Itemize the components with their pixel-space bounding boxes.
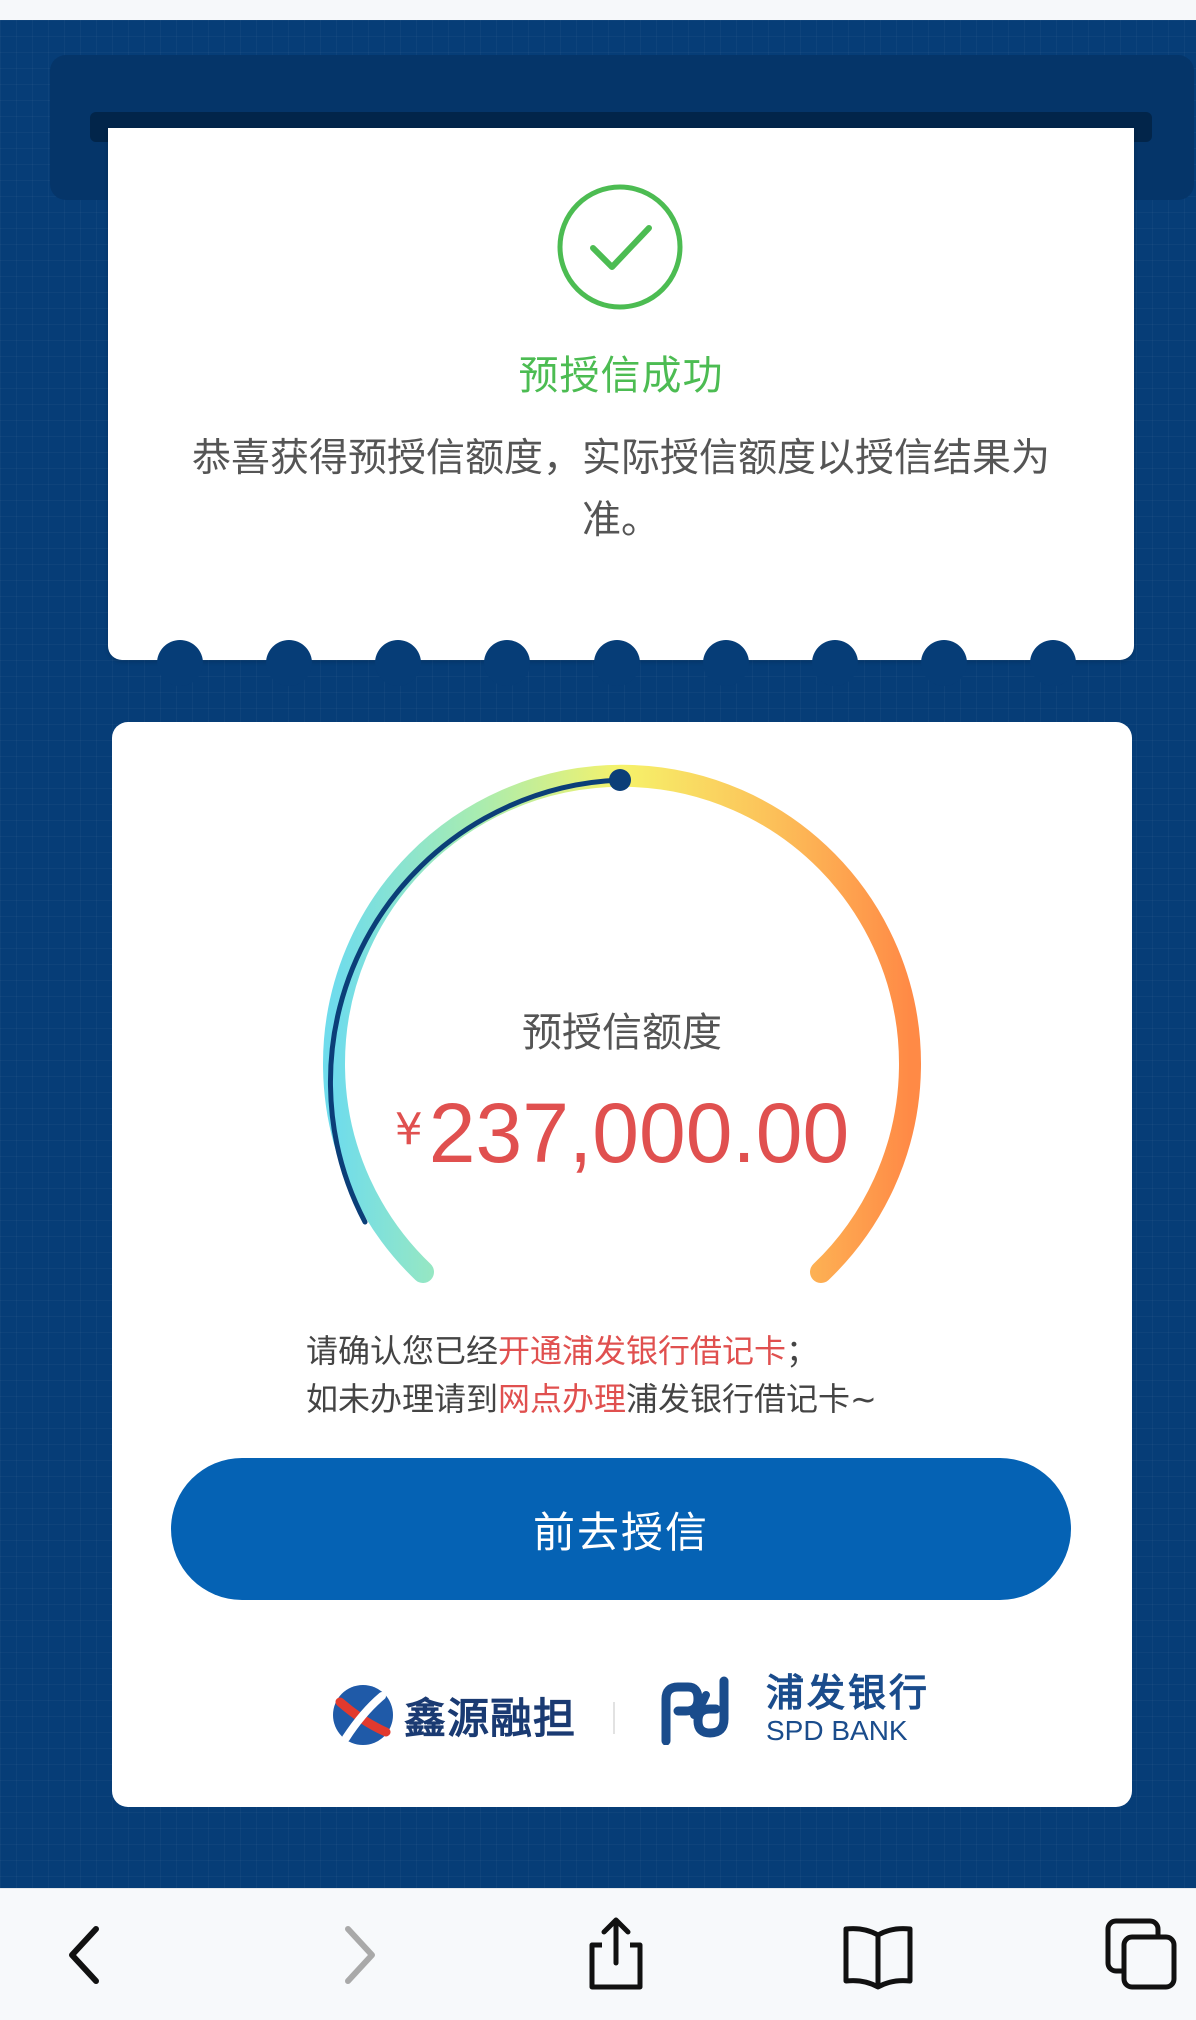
share-icon: [589, 1917, 643, 1990]
debit-card-notice: 请确认您已经开通浦发银行借记卡； 如未办理请到网点办理浦发银行借记卡~: [306, 1327, 1066, 1423]
bank-name-en: SPD BANK: [766, 1715, 908, 1746]
quota-amount: ¥237,000.00: [112, 1085, 1132, 1182]
bookmarks-icon: [843, 1926, 913, 1990]
guarantor-logo: 鑫源融担: [330, 1682, 576, 1748]
notice-line-1: 请确认您已经开通浦发银行借记卡；: [306, 1327, 1066, 1375]
spd-logo-icon: [661, 1676, 729, 1745]
success-ticket: 预授信成功 恭喜获得预授信额度，实际授信额度以授信结果为准。: [108, 128, 1134, 686]
notice-text: 如未办理请到: [306, 1380, 499, 1418]
quota-amount-value: 237,000.00: [428, 1086, 850, 1180]
back-button[interactable]: [48, 1915, 128, 1995]
open-debit-card-link[interactable]: 开通浦发银行借记卡: [498, 1332, 786, 1370]
ticket-perforation: [108, 640, 1134, 686]
bookmarks-button[interactable]: [838, 1915, 918, 1995]
quota-label: 预授信额度: [522, 1010, 722, 1056]
tabs-icon: [1105, 1918, 1177, 1990]
partner-logos: 鑫源融担 浦发银行 SPD BANK: [112, 1672, 1132, 1762]
branch-link[interactable]: 网点办理: [498, 1380, 626, 1418]
success-check-icon: [557, 184, 683, 310]
logo-divider: [613, 1702, 615, 1734]
spd-bank-logo: 浦发银行 SPD BANK: [658, 1672, 930, 1748]
quota-card: 预授信额度 ¥237,000.00 请确认您已经开通浦发银行借记卡； 如未办理请…: [112, 722, 1132, 1807]
success-description: 恭喜获得预授信额度，实际授信额度以授信结果为准。: [191, 436, 1050, 543]
share-button[interactable]: [576, 1915, 656, 1995]
chevron-left-icon: [69, 1926, 99, 1984]
apply-credit-button[interactable]: 前去授信: [171, 1458, 1071, 1600]
chevron-right-icon: [345, 1926, 375, 1984]
currency-symbol: ¥: [394, 1104, 423, 1155]
browser-toolbar: [0, 1888, 1196, 2020]
forward-button[interactable]: [316, 1915, 396, 1995]
notice-text: ；: [786, 1332, 819, 1370]
gauge-progress-dot: [609, 769, 631, 791]
guarantor-name: 鑫源融担: [404, 1693, 577, 1743]
notice-text: 浦发银行借记卡~: [626, 1380, 877, 1418]
notice-line-2: 如未办理请到网点办理浦发银行借记卡~: [306, 1375, 1066, 1423]
tabs-button[interactable]: [1102, 1915, 1182, 1995]
xinyuan-logo-icon: [333, 1685, 393, 1745]
success-title: 预授信成功: [518, 353, 724, 399]
bank-name-cn: 浦发银行: [766, 1671, 931, 1715]
notice-text: 请确认您已经: [306, 1332, 499, 1370]
